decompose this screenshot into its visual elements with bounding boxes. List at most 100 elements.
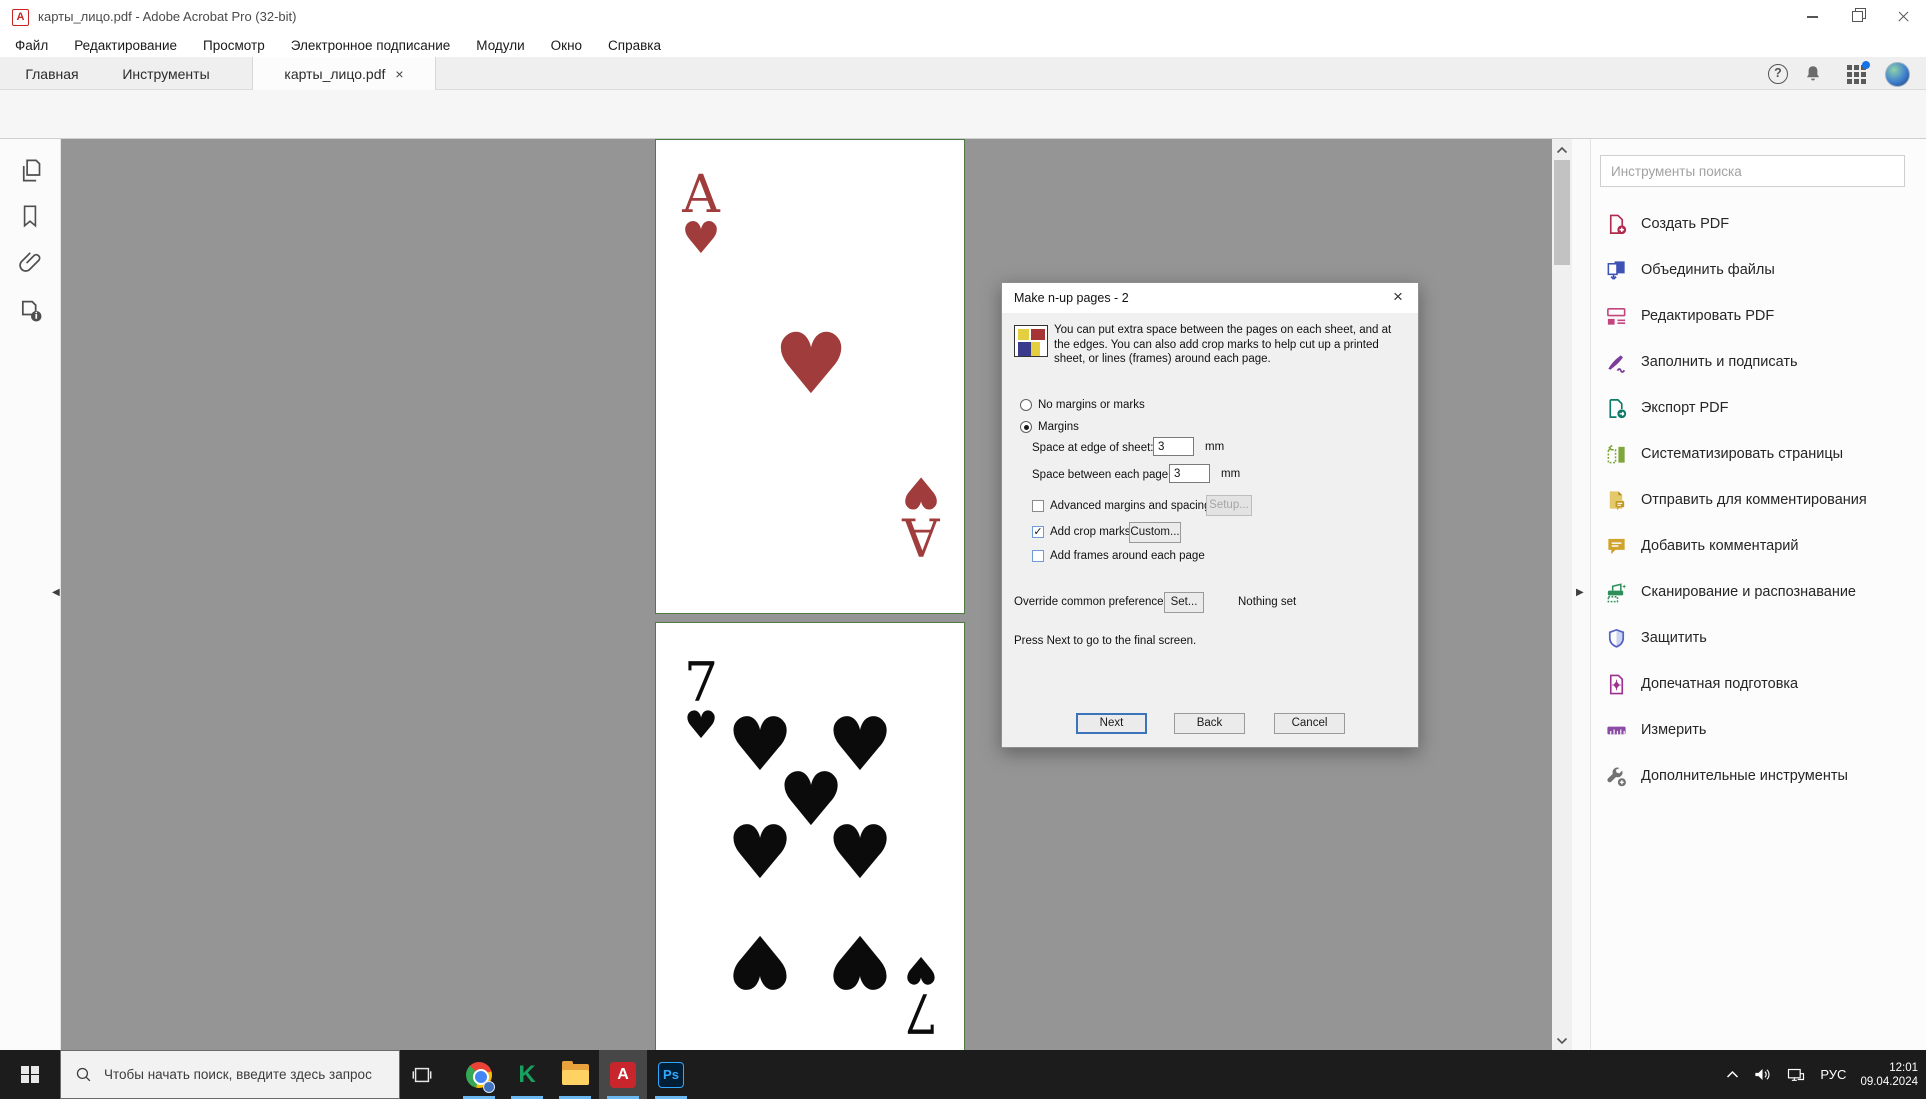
menu-view[interactable]: Просмотр <box>203 38 265 53</box>
crop-marks-checkbox[interactable]: ✓ <box>1032 526 1044 538</box>
tool-item-print-production[interactable]: Допечатная подготовка <box>1591 661 1926 707</box>
system-tray: РУС 12:01 09.04.2024 <box>1726 1050 1926 1099</box>
custom-button[interactable]: Custom... <box>1129 522 1181 543</box>
notifications-bell-icon[interactable] <box>1800 61 1826 87</box>
frames-checkbox[interactable] <box>1032 550 1044 562</box>
scrollbar-thumb[interactable] <box>1554 160 1570 265</box>
advanced-margins-label: Advanced margins and spacing <box>1050 500 1210 512</box>
dialog-title-bar[interactable]: Make n-up pages - 2 × <box>1002 283 1418 313</box>
tab-tools-label: Инструменты <box>122 66 209 82</box>
scroll-up-icon[interactable] <box>1552 141 1572 159</box>
window-title: карты_лицо.pdf - Adobe Acrobat Pro (32-b… <box>38 9 297 24</box>
print-production-icon <box>1605 673 1628 696</box>
tool-item-fill-sign[interactable]: Заполнить и подписать <box>1591 339 1926 385</box>
volume-icon[interactable] <box>1753 1066 1772 1083</box>
space-between-row: Space between each page: <box>1032 464 1171 485</box>
next-button[interactable]: Next <box>1076 713 1147 734</box>
taskbar-search-input[interactable] <box>104 1067 374 1082</box>
tool-item-scan-ocr[interactable]: Сканирование и распознавание <box>1591 569 1926 615</box>
menu-esign[interactable]: Электронное подписание <box>291 38 451 53</box>
tool-item-add-comment[interactable]: Добавить комментарий <box>1591 523 1926 569</box>
protect-icon <box>1605 627 1628 650</box>
minimize-button[interactable] <box>1790 0 1835 32</box>
tab-home[interactable]: Главная <box>0 57 104 90</box>
taskbar-app-acrobat[interactable]: A <box>599 1050 647 1099</box>
menu-window[interactable]: Окно <box>551 38 582 53</box>
advanced-margins-checkbox[interactable] <box>1032 500 1044 512</box>
tab-tools[interactable]: Инструменты <box>104 57 228 90</box>
help-icon[interactable]: ? <box>1765 61 1791 87</box>
radio-no-margins[interactable] <box>1020 399 1032 411</box>
radio-margins[interactable] <box>1020 421 1032 433</box>
pdf-page-seven-of-hearts: 7 ♥ ♥ ♥ ♥ ♥ ♥ ♥ ♥ 7 ♥ <box>655 622 965 1050</box>
taskbar-search[interactable] <box>60 1050 400 1099</box>
acrobat-app-icon: A <box>12 9 29 26</box>
heart-pip: ♥ <box>827 924 893 998</box>
dialog-description: You can put extra space between the page… <box>1054 323 1410 367</box>
tool-item-more-tools[interactable]: Дополнительные инструменты <box>1591 753 1926 799</box>
setup-button: Setup... <box>1206 495 1252 516</box>
expand-right-pane-icon[interactable]: ▶ <box>1576 586 1584 600</box>
start-button[interactable] <box>0 1050 60 1099</box>
tab-document[interactable]: карты_лицо.pdf × <box>252 57 436 90</box>
back-button[interactable]: Back <box>1174 713 1245 734</box>
taskbar-app-explorer[interactable] <box>551 1050 599 1099</box>
organize-pages-icon <box>1605 443 1628 466</box>
vertical-scrollbar[interactable] <box>1552 139 1572 1050</box>
heart-pip: ♥ <box>727 816 793 890</box>
taskbar-app-k[interactable]: K <box>503 1050 551 1099</box>
space-edge-input[interactable] <box>1153 437 1194 456</box>
space-between-label: Space between each page: <box>1032 469 1171 481</box>
more-tools-icon <box>1605 765 1628 788</box>
radio-row-margins[interactable]: Margins <box>1020 421 1079 433</box>
tool-item-create-pdf[interactable]: Создать PDF <box>1591 201 1926 247</box>
advanced-margins-row[interactable]: Advanced margins and spacing <box>1032 500 1210 512</box>
tray-expand-icon[interactable] <box>1726 1070 1739 1079</box>
menu-edit[interactable]: Редактирование <box>74 38 177 53</box>
space-edge-row: Space at edge of sheet: <box>1032 437 1153 458</box>
user-avatar[interactable] <box>1884 61 1910 87</box>
collapse-left-pane-icon[interactable]: ◀ <box>52 586 60 600</box>
app-grid-icon[interactable] <box>1843 61 1869 87</box>
radio-row-no-margins[interactable]: No margins or marks <box>1020 399 1145 411</box>
tool-item-edit-pdf[interactable]: Редактировать PDF <box>1591 293 1926 339</box>
tool-label: Объединить файлы <box>1641 262 1775 278</box>
taskbar-app-photoshop[interactable]: Ps <box>647 1050 695 1099</box>
bookmarks-icon[interactable] <box>17 203 45 231</box>
cancel-button[interactable]: Cancel <box>1274 713 1345 734</box>
attachments-paperclip-icon[interactable] <box>17 249 45 277</box>
task-view-button[interactable] <box>398 1050 446 1099</box>
radio-no-margins-label: No margins or marks <box>1038 399 1145 411</box>
tools-search-input[interactable] <box>1600 155 1905 187</box>
restore-button[interactable] <box>1835 0 1880 32</box>
standards-info-icon[interactable] <box>17 297 45 325</box>
close-button[interactable] <box>1881 0 1926 32</box>
space-between-input[interactable] <box>1169 464 1210 483</box>
frames-row[interactable]: Add frames around each page <box>1032 550 1205 562</box>
clock[interactable]: 12:01 09.04.2024 <box>1860 1061 1918 1089</box>
menu-file[interactable]: Файл <box>15 38 48 53</box>
crop-marks-label: Add crop marks <box>1050 526 1131 538</box>
k-app-icon: K <box>518 1061 535 1089</box>
task-view-icon <box>411 1064 433 1086</box>
tool-item-measure[interactable]: Измерить <box>1591 707 1926 753</box>
card-corner-top-left: A ♥ <box>678 172 724 258</box>
crop-marks-row[interactable]: ✓ Add crop marks <box>1032 526 1131 538</box>
tool-item-export-pdf[interactable]: Экспорт PDF <box>1591 385 1926 431</box>
tool-label: Допечатная подготовка <box>1641 676 1798 692</box>
tool-item-organize-pages[interactable]: Систематизировать страницы <box>1591 431 1926 477</box>
taskbar-app-chrome[interactable] <box>455 1050 503 1099</box>
scroll-down-icon[interactable] <box>1552 1032 1572 1050</box>
tab-bar: Главная Инструменты карты_лицо.pdf × ? <box>0 57 1926 90</box>
set-button[interactable]: Set... <box>1164 592 1204 613</box>
page-thumbnails-icon[interactable] <box>17 157 45 185</box>
language-indicator[interactable]: РУС <box>1820 1067 1846 1082</box>
tool-item-protect[interactable]: Защитить <box>1591 615 1926 661</box>
menu-help[interactable]: Справка <box>608 38 661 53</box>
dialog-close-icon[interactable]: × <box>1388 287 1408 307</box>
network-icon[interactable] <box>1786 1066 1806 1083</box>
menu-modules[interactable]: Модули <box>476 38 524 53</box>
tool-item-combine-files[interactable]: Объединить файлы <box>1591 247 1926 293</box>
tab-close-icon[interactable]: × <box>395 67 403 81</box>
tool-item-send-for-comments[interactable]: Отправить для комментирования <box>1591 477 1926 523</box>
